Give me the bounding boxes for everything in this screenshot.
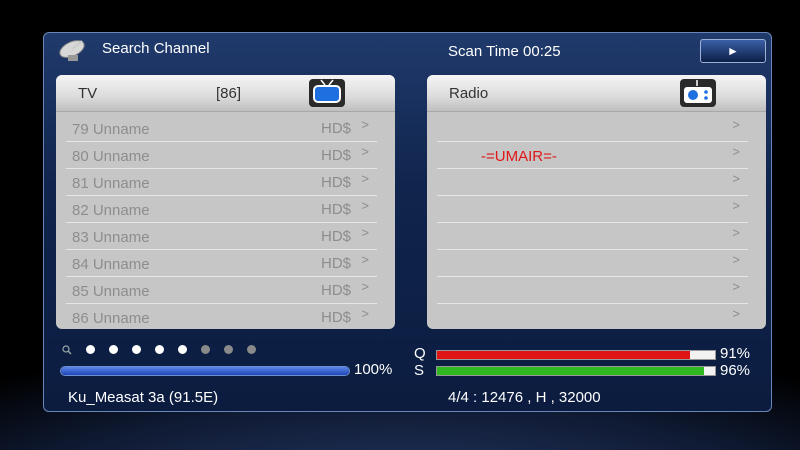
list-item[interactable]: > [437, 277, 748, 304]
list-item[interactable]: 86 Unname HD$ > [66, 304, 377, 329]
page-dot [86, 345, 96, 355]
list-item[interactable]: 82 Unname HD$ > [66, 196, 377, 223]
channel-tag: HD$ [320, 147, 351, 164]
channel-tag: HD$ [320, 120, 351, 137]
play-button[interactable]: ► [700, 39, 766, 63]
chevron-right-icon: > [732, 252, 740, 267]
list-item[interactable]: -=UMAIR=- > [437, 142, 748, 169]
list-item[interactable]: > [437, 304, 748, 329]
page-dot [109, 345, 119, 355]
chevron-right-icon: > [361, 306, 369, 321]
channel-name: 85 Unname [72, 283, 150, 300]
channel-name: -=UMAIR=- [481, 148, 557, 165]
chevron-right-icon: > [361, 171, 369, 186]
list-item[interactable]: 80 Unname HD$ > [66, 142, 377, 169]
channel-name: 82 Unname [72, 202, 150, 219]
list-item[interactable]: 81 Unname HD$ > [66, 169, 377, 196]
search-icon [62, 345, 72, 355]
page-dot [132, 345, 142, 355]
tv-label: TV [78, 85, 98, 102]
tv-count: [86] [216, 85, 242, 102]
page-dot [224, 345, 234, 355]
page-dot [201, 345, 211, 355]
channel-tag: HD$ [320, 309, 351, 326]
channel-tag: HD$ [320, 201, 351, 218]
chevron-right-icon: > [732, 144, 740, 159]
satellite-dish-icon [59, 40, 85, 61]
page-dot [178, 345, 188, 355]
list-item[interactable]: 83 Unname HD$ > [66, 223, 377, 250]
strength-meter [436, 366, 716, 376]
channel-tag: HD$ [320, 228, 351, 245]
radio-icon [680, 79, 716, 107]
tv-channel-panel: TV [86] 79 Unname HD$ > 80 Unname HD$ > 81 U… [56, 75, 395, 329]
channel-tag: HD$ [320, 174, 351, 191]
list-item[interactable]: > [437, 223, 748, 250]
chevron-right-icon: > [361, 252, 369, 267]
channel-tag: HD$ [320, 282, 351, 299]
chevron-right-icon: > [361, 279, 369, 294]
satellite-name: Ku_Measat 3a (91.5E) [68, 389, 219, 406]
chevron-right-icon: > [361, 198, 369, 213]
search-channel-window: Search Channel Scan Time 00:25 ► TV [86]… [43, 32, 772, 412]
list-item[interactable]: 79 Unname HD$ > [66, 115, 377, 142]
channel-name: 79 Unname [72, 121, 150, 138]
chevron-right-icon: > [732, 306, 740, 321]
list-item[interactable]: > [437, 115, 748, 142]
strength-meter-fill [437, 367, 704, 375]
channel-name: 83 Unname [72, 229, 150, 246]
quality-label: Q [414, 345, 426, 362]
chevron-right-icon: > [732, 117, 740, 132]
chevron-right-icon: > [732, 171, 740, 186]
channel-tag: HD$ [320, 255, 351, 272]
list-item[interactable]: > [437, 169, 748, 196]
scan-time: Scan Time 00:25 [448, 43, 561, 60]
list-item[interactable]: > [437, 250, 748, 277]
radio-channel-panel: Radio > -=UMAIR=- > > > > > > > [427, 75, 766, 329]
list-item[interactable]: 85 Unname HD$ > [66, 277, 377, 304]
chevron-right-icon: > [361, 225, 369, 240]
strength-label: S [414, 362, 425, 379]
quality-meter-fill [437, 351, 690, 359]
tv-panel-header: TV [86] [56, 75, 395, 112]
radio-channel-list: > -=UMAIR=- > > > > > > > [427, 115, 766, 329]
scan-progress-percent: 100% [354, 361, 393, 378]
page-indicator [62, 341, 270, 355]
list-item[interactable]: > [437, 196, 748, 223]
tv-channel-list: 79 Unname HD$ > 80 Unname HD$ > 81 Unname HD$… [56, 115, 395, 329]
transponder-info: 4/4 : 12476 , H , 32000 [448, 389, 601, 406]
list-item[interactable]: 84 Unname HD$ > [66, 250, 377, 277]
channel-name: 86 Unname [72, 310, 150, 327]
quality-meter [436, 350, 716, 360]
radio-panel-header: Radio [427, 75, 766, 112]
quality-value: 91% [720, 345, 751, 362]
scan-progress-bar [60, 366, 350, 376]
page-title: Search Channel [102, 40, 210, 57]
chevron-right-icon: > [361, 144, 369, 159]
chevron-right-icon: > [732, 198, 740, 213]
channel-name: 80 Unname [72, 148, 150, 165]
title-bar: Search Channel Scan Time 00:25 ► [44, 33, 771, 69]
chevron-right-icon: > [732, 225, 740, 240]
scan-progress-fill [61, 367, 349, 375]
channel-name: 84 Unname [72, 256, 150, 273]
chevron-right-icon: > [732, 279, 740, 294]
tv-icon [309, 79, 345, 107]
strength-value: 96% [720, 362, 751, 379]
page-dot [247, 345, 257, 355]
page-dot [155, 345, 165, 355]
radio-label: Radio [449, 85, 489, 102]
chevron-right-icon: > [361, 117, 369, 132]
channel-name: 81 Unname [72, 175, 150, 192]
